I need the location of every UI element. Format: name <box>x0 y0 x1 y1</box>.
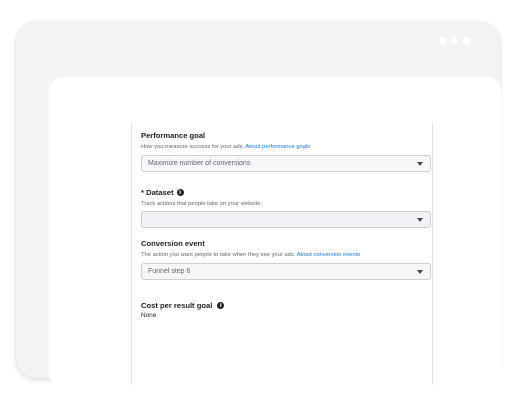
performance-goal-select[interactable]: Maximize number of conversions <box>141 155 431 172</box>
conversion-event-select[interactable]: Funnel step 6 <box>141 263 431 280</box>
dataset-label: Dataset <box>146 188 174 197</box>
performance-goal-title: Performance goal <box>141 131 205 140</box>
dataset-description-text: Track actions that people take on your w… <box>141 201 262 207</box>
performance-goal-description-text: How you measure success for your ads. <box>141 144 245 150</box>
chevron-down-icon <box>417 270 423 274</box>
screen: Performance goal How you measure success… <box>49 77 501 387</box>
conversion-event-title: Conversion event <box>141 239 205 248</box>
chevron-down-icon <box>417 162 423 166</box>
conversion-event-value: Funnel step 6 <box>148 268 191 275</box>
conversion-event-description-text: The action you want people to take when … <box>141 252 296 258</box>
about-performance-goals-link[interactable]: About performance goals <box>245 144 310 150</box>
window-dots <box>439 37 470 44</box>
info-icon[interactable]: i <box>217 302 225 309</box>
about-conversion-events-link[interactable]: About conversion events <box>297 252 360 258</box>
performance-goal-value: Maximize number of conversions <box>148 160 251 167</box>
window-dot <box>463 37 470 44</box>
conversion-event-description: The action you want people to take when … <box>141 252 360 258</box>
dataset-description: Track actions that people take on your w… <box>141 201 262 207</box>
dataset-select[interactable] <box>141 211 431 228</box>
chevron-down-icon <box>417 218 423 222</box>
cost-per-result-label: Cost per result goal <box>141 301 213 310</box>
performance-goal-description: How you measure success for your ads. Ab… <box>141 144 310 150</box>
performance-goal-label: Performance goal <box>141 131 206 140</box>
info-icon[interactable]: i <box>176 189 184 196</box>
dataset-title: * Dataset i <box>141 188 184 197</box>
window-dot <box>439 37 446 44</box>
required-mark: * <box>141 188 144 197</box>
window-dot <box>451 37 458 44</box>
conversion-event-label: Conversion event <box>141 239 205 248</box>
device-frame: Performance goal How you measure success… <box>16 22 501 387</box>
ad-settings-panel: Performance goal How you measure success… <box>131 123 433 385</box>
cost-per-result-title: Cost per result goal i <box>141 301 225 310</box>
cost-per-result-value: None <box>141 312 157 319</box>
